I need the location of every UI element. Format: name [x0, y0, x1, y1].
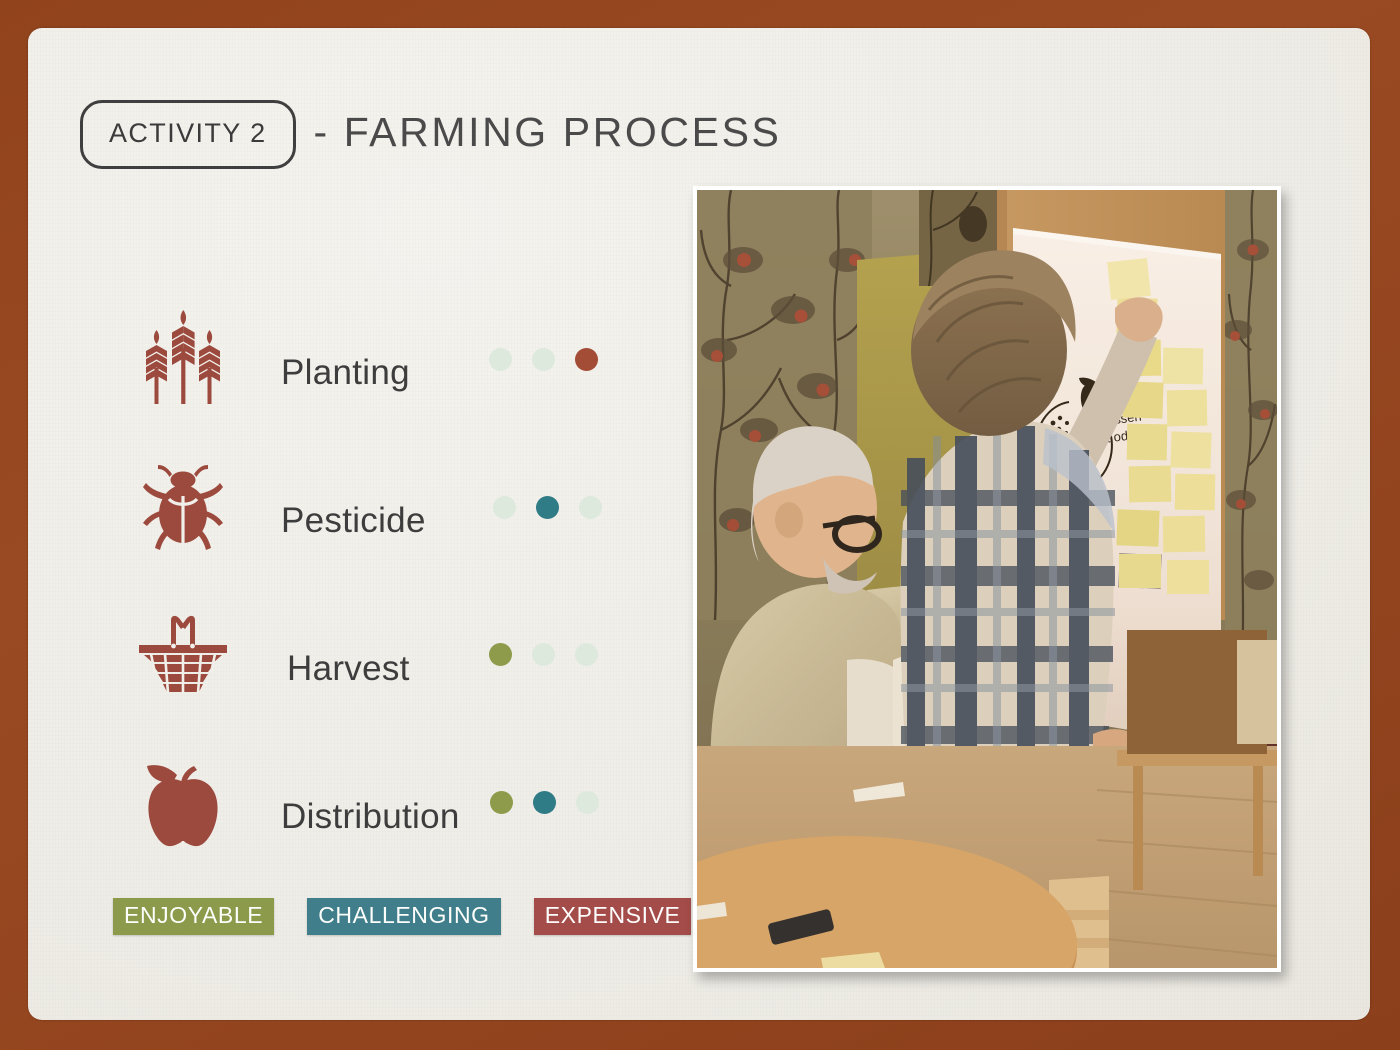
legend: ENJOYABLE CHALLENGING EXPENSIVE: [113, 898, 692, 935]
apple-icon: [133, 747, 233, 857]
slide-frame: ACTIVITY 2 - FARMING PROCESS Planting Pe…: [0, 0, 1400, 1050]
process-row-distribution: Distribution: [28, 747, 668, 895]
rating-dot[interactable]: [579, 496, 602, 519]
rating-dot[interactable]: [532, 643, 555, 666]
rating-dots-harvest: [489, 643, 598, 666]
process-label: Distribution: [281, 797, 460, 836]
wheat-icon: [133, 303, 233, 413]
slide-header: ACTIVITY 2 - FARMING PROCESS: [80, 100, 781, 169]
legend-chip-enjoyable: ENJOYABLE: [113, 898, 275, 935]
process-label: Planting: [281, 353, 410, 392]
rating-dot[interactable]: [532, 348, 555, 371]
legend-chip-challenging: CHALLENGING: [307, 898, 501, 935]
rating-dot[interactable]: [493, 496, 516, 519]
rating-dots-pesticide: [493, 496, 602, 519]
rating-dots-planting: [489, 348, 598, 371]
rating-dot[interactable]: [489, 643, 512, 666]
process-row-harvest: Harvest: [28, 599, 668, 747]
rating-dot[interactable]: [489, 348, 512, 371]
rating-dot[interactable]: [490, 791, 513, 814]
process-list: Planting Pesticide Harvest Distribution: [28, 303, 668, 895]
page-title: - FARMING PROCESS: [313, 109, 782, 155]
workshop-photo-frame: Processen av att odla: [693, 186, 1281, 972]
process-row-pesticide: Pesticide: [28, 451, 668, 599]
workshop-photo: Processen av att odla: [697, 190, 1277, 968]
basket-icon: [133, 599, 233, 709]
activity-badge: ACTIVITY 2: [80, 100, 296, 169]
process-label: Pesticide: [281, 501, 426, 540]
process-label: Harvest: [287, 649, 410, 688]
rating-dots-distribution: [490, 791, 599, 814]
rating-dot[interactable]: [575, 643, 598, 666]
rating-dot[interactable]: [536, 496, 559, 519]
rating-dot[interactable]: [576, 791, 599, 814]
rating-dot[interactable]: [575, 348, 598, 371]
slide-card: ACTIVITY 2 - FARMING PROCESS Planting Pe…: [28, 28, 1370, 1020]
legend-chip-expensive: EXPENSIVE: [533, 898, 692, 935]
rating-dot[interactable]: [533, 791, 556, 814]
beetle-icon: [133, 451, 233, 561]
process-row-planting: Planting: [28, 303, 668, 451]
